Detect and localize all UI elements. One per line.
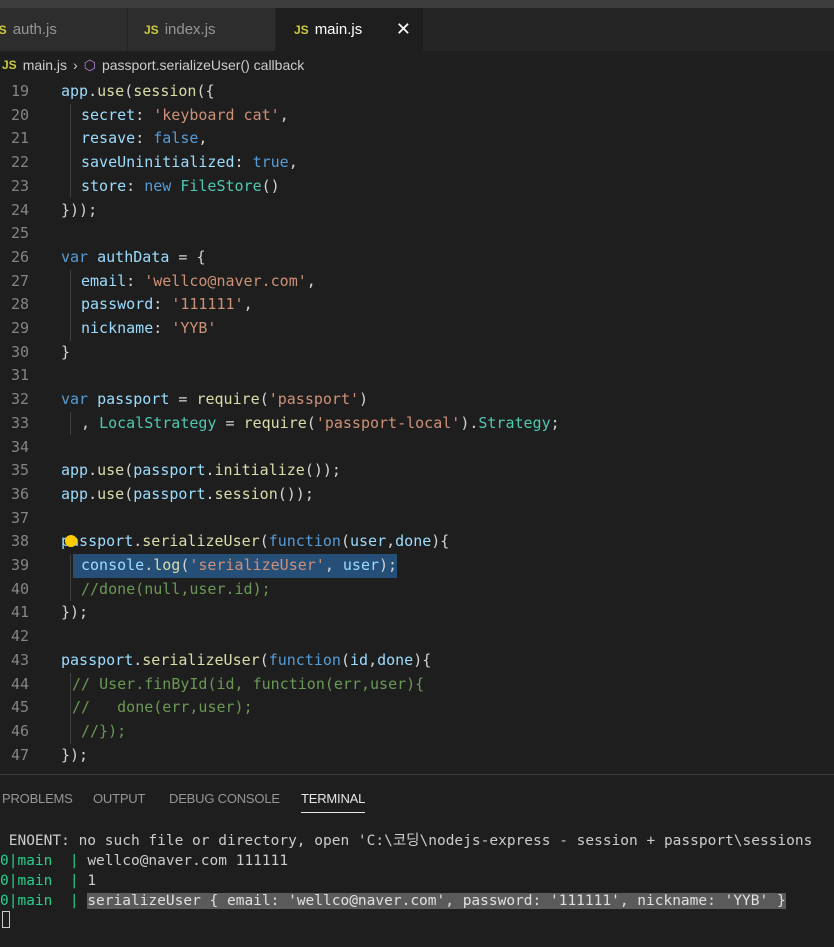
code-line: 36 app.use(passport.session()); xyxy=(0,483,834,507)
line-number: 35 xyxy=(10,461,29,480)
code-line-selected: 39 console.log('serializeUser', user); xyxy=(0,554,834,578)
tab-debug-console[interactable]: DEBUG CONSOLE xyxy=(169,791,280,806)
code-line: 34 xyxy=(0,436,834,460)
terminal-cursor xyxy=(2,911,10,928)
code-line: 28 password: '111111', xyxy=(0,293,834,317)
line-number: 28 xyxy=(10,295,29,314)
tab-problems[interactable]: PROBLEMS xyxy=(2,791,73,806)
js-file-icon: JS xyxy=(294,22,309,37)
line-number: 41 xyxy=(10,603,29,622)
code-line: 25 xyxy=(0,222,834,246)
window-top-strip xyxy=(0,0,834,8)
code-line: 27 email: 'wellco@naver.com', xyxy=(0,270,834,294)
js-file-icon: JS xyxy=(2,58,17,72)
line-number: 47 xyxy=(10,745,29,764)
line-number: 45 xyxy=(10,698,29,717)
tab-label: auth.js xyxy=(12,21,57,38)
line-number: 22 xyxy=(10,153,29,172)
line-number: 34 xyxy=(10,437,29,456)
tab-label: main.js xyxy=(314,21,363,38)
line-number: 36 xyxy=(10,484,29,503)
code-editor[interactable]: 19 app.use(session({ 20 secret: 'keyboard … xyxy=(0,80,834,770)
line-number: 29 xyxy=(10,319,29,337)
code-line: 47}); xyxy=(0,744,834,768)
line-number: 43 xyxy=(10,650,29,669)
tab-output[interactable]: OUTPUT xyxy=(93,791,145,806)
code-line: 29 nickname: 'YYB' xyxy=(0,317,834,341)
code-line: 21 resave: false, xyxy=(0,127,834,151)
method-cube-icon: ⬡ xyxy=(83,56,96,73)
tab-label: index.js xyxy=(164,21,216,38)
code-line: 38 passport.serializeUser(function(user,d… xyxy=(0,530,834,554)
terminal-line: 0|main | 1 xyxy=(0,873,97,889)
close-icon[interactable]: ✕ xyxy=(396,19,411,40)
line-number: 21 xyxy=(10,129,29,148)
line-number: 19 xyxy=(10,82,29,100)
line-number: 42 xyxy=(10,627,29,646)
js-file-icon: JS xyxy=(0,22,7,37)
code-line: 41}); xyxy=(0,601,834,625)
code-line: 19 app.use(session({ xyxy=(0,80,834,104)
code-line: 24})); xyxy=(0,199,834,223)
code-line: 35 app.use(passport.initialize()); xyxy=(0,459,834,483)
editor-tab-bar: JS auth.js JS index.js JS main.js ✕ xyxy=(0,8,834,51)
terminal-selection: serializeUser { email: 'wellco@naver.com… xyxy=(87,893,786,909)
code-line: 43 passport.serializeUser(function(id,don… xyxy=(0,649,834,673)
line-number: 32 xyxy=(10,390,29,409)
line-number: 30 xyxy=(10,342,29,361)
breadcrumb-file[interactable]: main.js xyxy=(23,57,67,73)
line-number: 38 xyxy=(10,532,29,551)
line-number: 31 xyxy=(10,366,29,385)
panel-tabs: PROBLEMS OUTPUT DEBUG CONSOLE TERMINAL xyxy=(0,775,834,821)
lightbulb-icon[interactable] xyxy=(65,535,77,547)
line-number: 33 xyxy=(10,413,29,432)
code-line: 45// done(err,user); xyxy=(0,696,834,720)
terminal-line: 0|main | wellco@naver.com 111111 xyxy=(0,853,289,869)
line-number: 25 xyxy=(10,224,29,243)
code-line: 20 secret: 'keyboard cat', xyxy=(0,104,834,128)
code-line: 44// User.finById(id, function(err,user)… xyxy=(0,673,834,697)
code-line: 23 store: new FileStore() xyxy=(0,175,834,199)
tab-main-js[interactable]: JS main.js ✕ xyxy=(276,8,424,51)
tab-terminal[interactable]: TERMINAL xyxy=(301,791,365,813)
code-line: 46//}); xyxy=(0,720,834,744)
code-line: 22 saveUninitialized: true, xyxy=(0,151,834,175)
code-line: 42 xyxy=(0,625,834,649)
code-line: 33, LocalStrategy = require('passport-lo… xyxy=(0,412,834,436)
line-number: 27 xyxy=(10,271,29,290)
line-number: 26 xyxy=(10,247,29,266)
code-line: 40//done(null,user.id); xyxy=(0,578,834,602)
code-line: 26 var authData = { xyxy=(0,246,834,270)
line-number: 44 xyxy=(10,674,29,693)
code-line: 30} xyxy=(0,341,834,365)
code-line: 31 xyxy=(0,364,834,388)
selection-highlight: console.log('serializeUser', user); xyxy=(73,554,398,578)
bottom-panel: PROBLEMS OUTPUT DEBUG CONSOLE TERMINAL E… xyxy=(0,774,834,947)
terminal-line: ENOENT: no such file or directory, open … xyxy=(0,833,813,849)
code-line: 32 var passport = require('passport') xyxy=(0,388,834,412)
tab-auth-js[interactable]: JS auth.js xyxy=(0,8,128,51)
line-number: 20 xyxy=(10,105,29,124)
code-line: 37 xyxy=(0,507,834,531)
js-file-icon: JS xyxy=(144,22,159,37)
line-number: 37 xyxy=(10,508,29,527)
line-number: 24 xyxy=(10,200,29,219)
line-number: 23 xyxy=(10,176,29,195)
terminal-line: 0|main | serializeUser { email: 'wellco@… xyxy=(0,893,786,909)
breadcrumb: JS main.js › ⬡ passport.serializeUser() … xyxy=(0,51,834,79)
breadcrumb-symbol[interactable]: passport.serializeUser() callback xyxy=(102,57,304,73)
tab-index-js[interactable]: JS index.js xyxy=(128,8,276,51)
line-number: 39 xyxy=(10,556,29,574)
line-number: 46 xyxy=(10,721,29,740)
chevron-right-icon: › xyxy=(73,57,78,73)
line-number: 40 xyxy=(10,579,29,598)
